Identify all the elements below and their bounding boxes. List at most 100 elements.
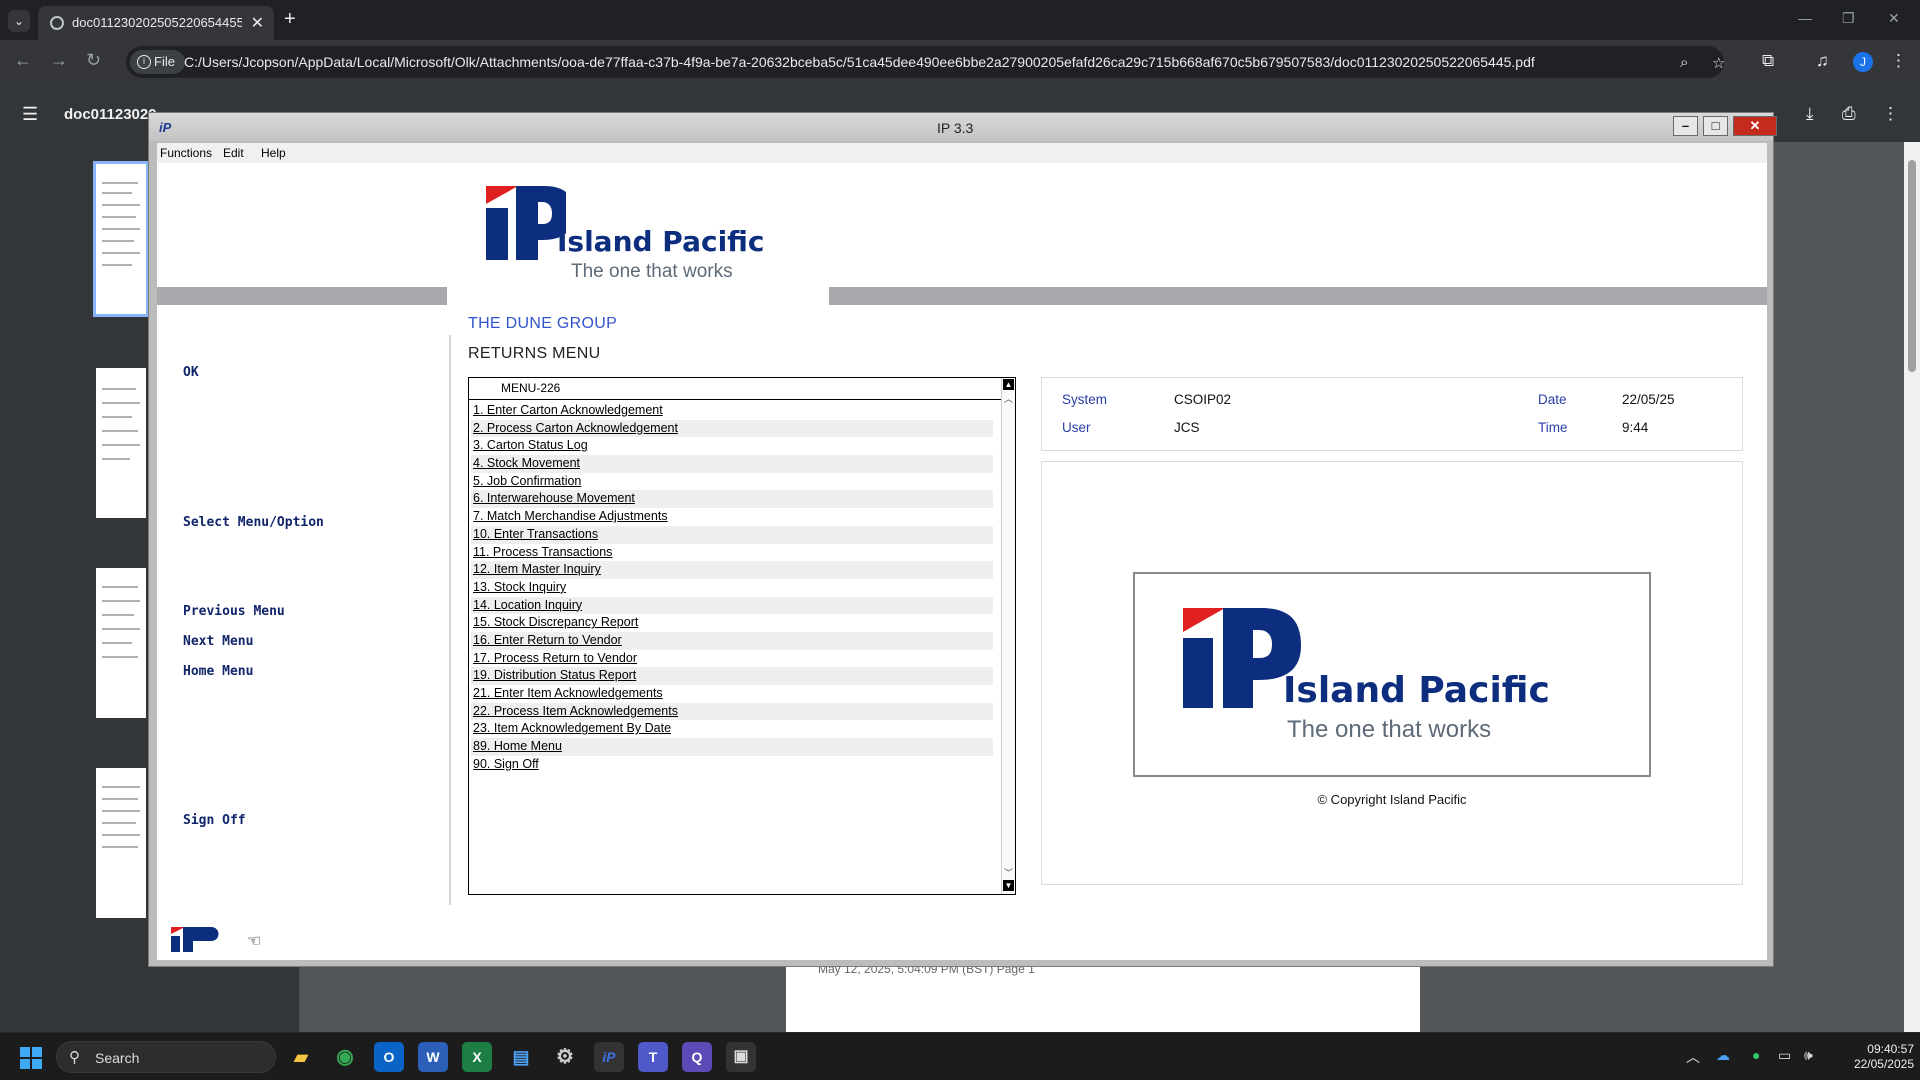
menu-help[interactable]: Help [261, 146, 286, 160]
bookmark-star-icon[interactable]: ☆ [1712, 54, 1725, 72]
ip-logo-mark [486, 186, 566, 260]
menu-option[interactable]: 1. Enter Carton Acknowledgement [471, 402, 993, 420]
globe-icon [50, 16, 64, 30]
onedrive-icon[interactable]: ☁ [1716, 1047, 1730, 1064]
menu-option[interactable]: 15. Stock Discrepancy Report [471, 614, 993, 632]
taskbar-clock[interactable]: 09:40:57 22/05/2025 [1834, 1042, 1914, 1072]
ip-small-logo-icon [171, 927, 219, 952]
ip-title-bar[interactable]: iP IP 3.3 – □ ✕ [149, 113, 1777, 141]
extensions-icon[interactable]: ⧉ [1762, 51, 1774, 71]
header-band-left [157, 287, 447, 305]
menu-functions[interactable]: Functions [160, 146, 212, 160]
menu-option[interactable]: 14. Location Inquiry [471, 596, 993, 615]
page-thumbnail[interactable] [96, 568, 146, 718]
ip-close-button[interactable]: ✕ [1733, 116, 1777, 136]
page-thumbnail[interactable] [96, 368, 146, 518]
ip-minimize-button[interactable]: – [1673, 116, 1698, 136]
home-menu-command[interactable]: Home Menu [183, 664, 253, 679]
menu-option[interactable]: 2. Process Carton Acknowledgement [471, 419, 993, 438]
menu-option[interactable]: 90. Sign Off [471, 756, 993, 774]
download-icon[interactable]: ⤓ [1806, 104, 1814, 124]
excel-icon[interactable]: X [462, 1042, 492, 1072]
sign-off-command[interactable]: Sign Off [183, 813, 246, 828]
more-options-icon[interactable]: ⋮ [1882, 104, 1899, 124]
address-bar[interactable]: File C:/Users/Jcopson/AppData/Local/Micr… [126, 46, 1725, 78]
menu-list-scrollbar[interactable]: ▲ ︿ ﹀ ▼ [1001, 378, 1015, 894]
previous-menu-command[interactable]: Previous Menu [183, 604, 285, 619]
media-icon[interactable]: ♫ [1816, 51, 1829, 71]
browser-menu-icon[interactable]: ⋮ [1890, 51, 1907, 71]
volume-icon[interactable]: 🕪 [1804, 1047, 1813, 1064]
network-icon[interactable]: ▭ [1778, 1047, 1791, 1064]
settings-gear-icon[interactable]: ⚙ [550, 1042, 580, 1072]
menu-edit[interactable]: Edit [223, 146, 244, 160]
page-thumbnail[interactable] [93, 161, 149, 317]
menu-option[interactable]: 10. Enter Transactions [471, 525, 993, 544]
windows-start-icon[interactable] [20, 1047, 42, 1069]
select-menu-option-command[interactable]: Select Menu/Option [183, 515, 324, 530]
remote-desktop-icon[interactable]: ▣ [726, 1042, 756, 1072]
microphone-icon[interactable]: ● [1752, 1047, 1760, 1063]
close-window-icon[interactable]: ✕ [1888, 10, 1900, 27]
user-value: JCS [1174, 420, 1200, 435]
tab-search-button[interactable]: ⌄ [8, 10, 30, 32]
ok-command[interactable]: OK [183, 365, 199, 380]
back-icon[interactable]: ← [14, 50, 32, 71]
menu-option[interactable]: 16. Enter Return to Vendor [471, 631, 993, 650]
outlook-icon[interactable]: O [374, 1042, 404, 1072]
page-thumbnail[interactable] [96, 768, 146, 918]
chrome-icon[interactable]: ◉ [330, 1042, 360, 1072]
hamburger-menu-icon[interactable]: ☰ [22, 104, 38, 125]
profile-avatar[interactable]: J [1853, 52, 1873, 72]
search-icon: ⚲ [69, 1049, 80, 1066]
restore-icon[interactable]: ❐ [1842, 10, 1855, 27]
menu-option[interactable]: 3. Carton Status Log [471, 437, 993, 455]
next-menu-command[interactable]: Next Menu [183, 634, 253, 649]
minimize-icon[interactable]: — [1798, 10, 1812, 26]
island-pacific-app-icon[interactable]: iP [594, 1042, 624, 1072]
island-pacific-logo: Island Pacific The one that works [481, 181, 811, 293]
menu-code-header: MENU-226 [469, 378, 1015, 400]
url-text[interactable]: C:/Users/Jcopson/AppData/Local/Microsoft… [184, 54, 1535, 70]
menu-option[interactable]: 22. Process Item Acknowledgements [471, 702, 993, 721]
print-icon[interactable]: ⎙ [1842, 104, 1856, 124]
menu-option[interactable]: 21. Enter Item Acknowledgements [471, 685, 993, 703]
menu-option[interactable]: 11. Process Transactions [471, 544, 993, 562]
forward-icon[interactable]: → [50, 50, 68, 71]
taskbar-search-box[interactable]: ⚲ Search [56, 1041, 276, 1073]
scroll-up-icon[interactable]: ︿ [1004, 392, 1013, 405]
menu-option[interactable]: 89. Home Menu [471, 738, 993, 756]
zoom-icon[interactable]: ⌕ [1680, 54, 1688, 71]
system-label: System [1062, 392, 1108, 407]
menu-option[interactable]: 19. Distribution Status Report [471, 667, 993, 685]
teams-icon[interactable]: T [638, 1042, 668, 1072]
file-explorer-icon[interactable]: ▰ [286, 1042, 316, 1072]
system-value: CSOIP02 [1174, 392, 1232, 407]
menu-option[interactable]: 5. Job Confirmation [471, 473, 993, 491]
purple-app-icon[interactable]: Q [682, 1042, 712, 1072]
notepad-icon[interactable]: ▤ [506, 1042, 536, 1072]
show-hidden-icons-icon[interactable]: ︿ [1686, 1047, 1700, 1067]
pdf-scrollbar[interactable] [1904, 142, 1920, 1032]
menu-option[interactable]: 13. Stock Inquiry [471, 579, 993, 597]
menu-option[interactable]: 6. Interwarehouse Movement [471, 490, 993, 509]
menu-option[interactable]: 7. Match Merchandise Adjustments [471, 508, 993, 526]
menu-option[interactable]: 17. Process Return to Vendor [471, 650, 993, 668]
site-info-chip[interactable]: File [130, 50, 185, 74]
scroll-bottom-icon[interactable]: ▼ [1003, 880, 1014, 891]
menu-option[interactable]: 23. Item Acknowledgement By Date [471, 720, 993, 738]
menu-option[interactable]: 12. Item Master Inquiry [471, 561, 993, 579]
scroll-top-icon[interactable]: ▲ [1003, 379, 1014, 390]
ip-maximize-button[interactable]: □ [1703, 116, 1728, 136]
new-tab-button[interactable]: + [284, 8, 296, 31]
scroll-down-icon[interactable]: ﹀ [1004, 866, 1013, 879]
browser-tab[interactable]: doc011230202505220654455.pdf ✕ [38, 6, 274, 40]
menu-option[interactable]: 4. Stock Movement [471, 455, 993, 473]
menu-code: MENU-226 [501, 381, 561, 395]
logo-tagline: The one that works [571, 261, 733, 282]
date-value: 22/05/25 [1622, 392, 1675, 407]
reload-icon[interactable]: ↻ [86, 50, 101, 71]
time-label: Time [1538, 420, 1568, 435]
word-icon[interactable]: W [418, 1042, 448, 1072]
tab-close-button[interactable]: ✕ [251, 13, 264, 33]
